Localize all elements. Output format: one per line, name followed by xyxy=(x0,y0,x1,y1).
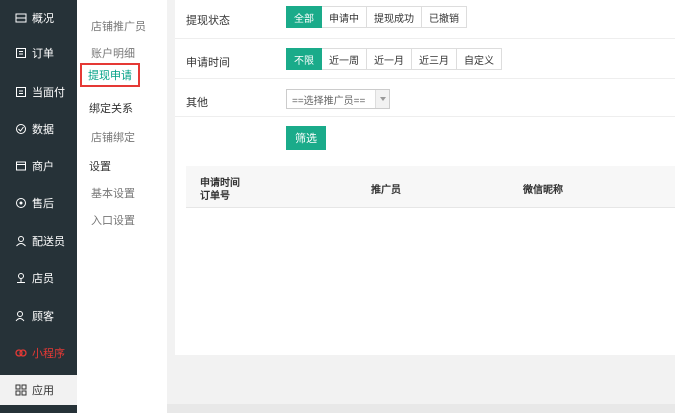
sidebar-item-label: 应用 xyxy=(32,385,54,397)
sidebar-item-aftersale[interactable]: 售后 xyxy=(0,191,77,215)
courier-icon xyxy=(14,234,28,248)
status-label: 提现状态 xyxy=(186,15,230,27)
sidebar-item-customer[interactable]: 顾客 xyxy=(0,304,77,328)
time-custom-button[interactable]: 自定义 xyxy=(457,48,502,70)
status-applying-button[interactable]: 申请中 xyxy=(322,6,367,28)
sidebar-item-label: 商户 xyxy=(32,161,54,173)
col-wechat-nickname: 微信昵称 xyxy=(523,185,563,196)
table-header: 申请时间 订单号 推广员 微信昵称 xyxy=(186,166,675,208)
main-sidebar: 概况 订单 当面付 数据 商户 售后 配送员 店员 顾客 小程序 应用 xyxy=(0,0,77,413)
order-icon xyxy=(14,46,28,60)
sidebar-item-overview[interactable]: 概况 xyxy=(0,6,77,30)
staff-icon xyxy=(14,271,28,285)
subnav-item-promoters[interactable]: 店铺推广员 xyxy=(91,18,146,34)
col-promoter: 推广员 xyxy=(371,185,401,196)
sidebar-item-label: 配送员 xyxy=(32,236,65,248)
status-filter-group: 全部 申请中 提现成功 已撤销 xyxy=(286,6,467,28)
sidebar-item-staff[interactable]: 店员 xyxy=(0,266,77,290)
sidebar-item-pay[interactable]: 当面付 xyxy=(0,80,77,104)
sidebar-item-label: 数据 xyxy=(32,124,54,136)
filter-panel: 提现状态 全部 申请中 提现成功 已撤销 申请时间 不限 近一周 近一月 近三月… xyxy=(175,0,675,355)
sidebar-item-courier[interactable]: 配送员 xyxy=(0,229,77,253)
sidebar-item-label: 售后 xyxy=(32,198,54,210)
divider xyxy=(175,116,675,117)
sidebar-item-label: 顾客 xyxy=(32,311,54,323)
miniprogram-icon xyxy=(14,346,28,360)
time-three-months-button[interactable]: 近三月 xyxy=(412,48,457,70)
bottom-bar xyxy=(167,404,675,413)
overview-icon xyxy=(14,11,28,25)
time-label: 申请时间 xyxy=(186,57,230,69)
main-content: 提现状态 全部 申请中 提现成功 已撤销 申请时间 不限 近一周 近一月 近三月… xyxy=(167,0,675,413)
sidebar-item-miniprogram[interactable]: 小程序 xyxy=(0,341,77,365)
status-success-button[interactable]: 提现成功 xyxy=(367,6,422,28)
subnav-item-withdraw-request[interactable]: 提现申请 xyxy=(80,63,140,87)
subnav-item-shop-binding[interactable]: 店铺绑定 xyxy=(91,129,135,145)
subnav-item-binding[interactable]: 绑定关系 xyxy=(89,100,133,116)
shop-icon xyxy=(14,159,28,173)
subnav-item-entry-settings[interactable]: 入口设置 xyxy=(91,212,135,228)
time-week-button[interactable]: 近一周 xyxy=(322,48,367,70)
sidebar-item-data[interactable]: 数据 xyxy=(0,117,77,141)
promoter-select[interactable]: ==选择推广员== xyxy=(286,89,390,109)
divider xyxy=(175,78,675,79)
sidebar-item-label: 概况 xyxy=(32,13,54,25)
promoter-select-value: ==选择推广员== xyxy=(292,95,366,107)
other-label: 其他 xyxy=(186,97,208,109)
sidebar-item-shop[interactable]: 商户 xyxy=(0,154,77,178)
apps-icon xyxy=(14,383,28,397)
sidebar-item-label: 订单 xyxy=(32,48,54,60)
pay-icon xyxy=(14,85,28,99)
status-all-button[interactable]: 全部 xyxy=(286,6,322,28)
time-month-button[interactable]: 近一月 xyxy=(367,48,412,70)
chevron-down-icon xyxy=(375,90,389,108)
col-order-no: 订单号 xyxy=(200,191,230,202)
time-filter-group: 不限 近一周 近一月 近三月 自定义 xyxy=(286,48,502,70)
sidebar-item-apps[interactable]: 应用 xyxy=(0,375,77,405)
sub-navigation: 店铺推广员 账户明细 提现申请 绑定关系 店铺绑定 设置 基本设置 入口设置 xyxy=(77,0,167,413)
time-unlimited-button[interactable]: 不限 xyxy=(286,48,322,70)
aftersale-icon xyxy=(14,196,28,210)
data-icon xyxy=(14,122,28,136)
divider xyxy=(175,38,675,39)
sidebar-item-label: 当面付 xyxy=(32,87,65,99)
status-cancelled-button[interactable]: 已撤销 xyxy=(422,6,467,28)
subnav-settings-heading: 设置 xyxy=(89,161,111,173)
sidebar-item-order[interactable]: 订单 xyxy=(0,41,77,65)
filter-button[interactable]: 筛选 xyxy=(286,126,326,150)
subnav-item-account-detail[interactable]: 账户明细 xyxy=(91,45,135,61)
customer-icon xyxy=(14,309,28,323)
sidebar-item-label: 小程序 xyxy=(32,348,65,360)
subnav-item-basic-settings[interactable]: 基本设置 xyxy=(91,185,135,201)
sidebar-item-label: 店员 xyxy=(32,273,54,285)
